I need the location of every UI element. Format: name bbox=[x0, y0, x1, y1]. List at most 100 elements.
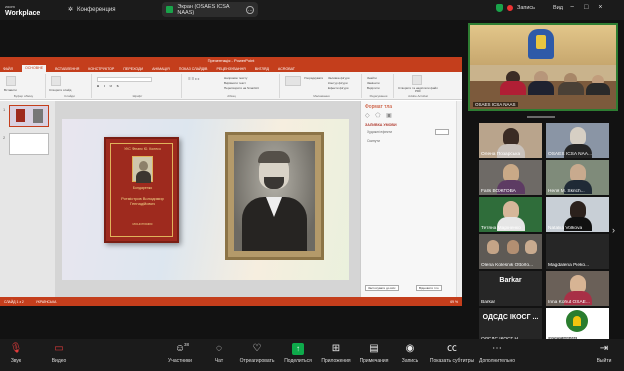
ribbon-group-drawing: Упорядкувати Заливка фігури Контур фігур… bbox=[282, 74, 362, 98]
ppt-ribbon: Вставити Буфер обміну Створити слайд Сла… bbox=[0, 72, 462, 100]
book-top-text: УКС Фінанс Ю. Колесо bbox=[124, 147, 161, 151]
pane-title: Формат тла bbox=[365, 104, 393, 110]
shape-outline-button[interactable]: Контур фігури bbox=[328, 81, 348, 85]
person-body-3 bbox=[558, 82, 584, 95]
paste-button[interactable]: Вставити bbox=[4, 88, 17, 92]
audio-button[interactable]: 🎙 Звук bbox=[0, 343, 40, 364]
screen-share-indicator[interactable]: Экран (OSAES ICSA NAAS) … bbox=[162, 2, 258, 17]
replace-button[interactable]: Замінити bbox=[367, 81, 380, 85]
status-zoom[interactable]: 69 % bbox=[450, 300, 458, 304]
tab-animation[interactable]: АНІМАЦІЯ bbox=[152, 67, 170, 71]
participant-name: Magdalena Pieko... bbox=[548, 263, 590, 268]
tab-file[interactable]: ФАЙЛ bbox=[3, 67, 13, 71]
shapes-icon[interactable] bbox=[285, 76, 301, 86]
align-text-button[interactable]: Вирівняти текст bbox=[224, 81, 246, 85]
shield-icon bbox=[496, 4, 503, 12]
more-button[interactable]: ⋯ Дополнительно bbox=[473, 343, 521, 364]
participant-face bbox=[570, 127, 586, 145]
gallery-pager[interactable] bbox=[527, 116, 555, 118]
notes-label: Примечания bbox=[359, 358, 389, 364]
create-pdf-button[interactable]: Створити та надіслати файл PDF bbox=[397, 86, 439, 94]
minimize-icon[interactable]: − bbox=[570, 4, 574, 11]
reset-background-button[interactable]: Відновити тло bbox=[416, 285, 442, 291]
slide-thumb-1[interactable] bbox=[9, 105, 49, 127]
tab-view[interactable]: ВИГЛЯД bbox=[255, 67, 269, 71]
gallery-next-icon[interactable]: › bbox=[612, 225, 615, 235]
pane-section-fill[interactable]: ЗАЛИВКА УМОВИ bbox=[365, 123, 397, 127]
camera-off-icon: ▭ bbox=[54, 343, 64, 354]
view-button[interactable]: Вид bbox=[553, 5, 563, 11]
participant-tile[interactable]: Неля М. Skrich... bbox=[546, 160, 609, 195]
meeting-title[interactable]: ✲ Конференция bbox=[68, 6, 116, 14]
apply-to-all-button[interactable]: Застосувати до всіх bbox=[365, 285, 399, 291]
participant-tile[interactable]: Тетяна Маріненко bbox=[479, 197, 542, 232]
participant-tile[interactable]: Barkar Barkar bbox=[479, 271, 542, 306]
tab-home[interactable]: ОСНОВНЕ bbox=[22, 65, 47, 72]
tab-acrobat[interactable]: ACROBAT bbox=[278, 67, 295, 71]
font-name-field[interactable] bbox=[97, 77, 152, 82]
new-slide-button[interactable]: Створити слайд bbox=[49, 88, 71, 92]
shape-fill-button[interactable]: Заливка фігури bbox=[328, 76, 349, 80]
trident-emblem bbox=[536, 35, 546, 49]
pdf-icon[interactable] bbox=[412, 75, 422, 85]
top-right-controls: Запись Вид bbox=[496, 4, 563, 12]
participant-tile[interactable]: ОДСДС ІКОСГ ... ОДСДС ІКОСГ Н... bbox=[479, 308, 542, 343]
reset-label[interactable]: Скинути bbox=[367, 139, 380, 143]
video-button[interactable]: ▭ Видео bbox=[35, 343, 83, 364]
maximize-icon[interactable]: □ bbox=[584, 4, 588, 11]
record-icon: ◉ bbox=[405, 343, 415, 354]
participant-tile[interactable]: Nataliia Volkova bbox=[546, 197, 609, 232]
participant-initial-name: Barkar bbox=[499, 277, 522, 284]
participant-tile[interactable]: ІКОСГ НААН bbox=[546, 308, 609, 343]
participant-tile[interactable]: Magdalena Pieko... bbox=[546, 234, 609, 269]
tab-slideshow[interactable]: ПОКАЗ СЛАЙДІВ bbox=[179, 67, 208, 71]
captions-label: Показать субтитры bbox=[429, 358, 475, 364]
group-label-acrobat: Adobe Acrobat bbox=[408, 94, 428, 98]
shape-effects-button[interactable]: Ефекти фігури bbox=[328, 86, 348, 90]
book-cover-image: УКС Фінанс Ю. Колесо Бондаренко Ротмістр… bbox=[104, 137, 179, 243]
close-icon[interactable]: × bbox=[598, 4, 602, 11]
ribbon-group-editing: Знайти Замінити Виділити Редагування bbox=[364, 74, 394, 98]
pane-icons[interactable]: ◇ ⬠ ▣ bbox=[365, 112, 394, 119]
zoom-logo: zoom Workplace bbox=[5, 3, 40, 17]
select-button[interactable]: Виділити bbox=[367, 86, 380, 90]
slide-thumb-2[interactable] bbox=[9, 133, 49, 155]
slide-number-2: 2 bbox=[3, 135, 6, 140]
arrange-button[interactable]: Упорядкувати bbox=[304, 76, 323, 80]
participant-tile[interactable]: Olena Kolesnik Ottorlo... bbox=[479, 234, 542, 269]
active-speaker-video[interactable]: OSAES ICSA NAAS bbox=[468, 23, 618, 111]
find-button[interactable]: Знайти bbox=[367, 76, 377, 80]
leave-button[interactable]: ⇥ Выйти bbox=[580, 343, 624, 364]
tab-design[interactable]: КОНСТРУКТОР bbox=[88, 67, 114, 71]
participant-name: Nataliia Volkova bbox=[548, 226, 583, 231]
more-icon[interactable]: … bbox=[246, 5, 254, 14]
text-direction-button[interactable]: Напрямок тексту bbox=[224, 76, 247, 80]
zoom-logo-title: Workplace bbox=[5, 10, 41, 17]
participant-tile[interactable]: OSAES ICSA NAA... bbox=[546, 123, 609, 158]
participant-face bbox=[525, 240, 537, 254]
font-style-buttons[interactable]: B I U S bbox=[97, 84, 121, 88]
smartart-button[interactable]: Перетворити на SmartArt bbox=[224, 86, 259, 90]
participant-tile[interactable]: Inna Kohut OSAE... bbox=[546, 271, 609, 306]
participant-tile[interactable]: Олена Позарська bbox=[479, 123, 542, 158]
participant-tile[interactable]: Falls ВОЖГОВА bbox=[479, 160, 542, 195]
record-button[interactable]: ◉ Запись bbox=[386, 343, 434, 364]
ribbon-group-paragraph: ☰ ☰ ≡ ≡ Напрямок тексту Вирівняти текст … bbox=[184, 74, 280, 98]
paste-icon[interactable] bbox=[6, 76, 16, 86]
portrait-hair bbox=[258, 151, 290, 163]
art-effects-dropdown[interactable] bbox=[435, 129, 449, 135]
pane-scrollbar[interactable] bbox=[456, 101, 462, 297]
portrait-photo bbox=[234, 141, 315, 251]
tab-insert[interactable]: ВСТАВЛЕННЯ bbox=[55, 67, 79, 71]
tab-transitions[interactable]: ПЕРЕХОДИ bbox=[123, 67, 143, 71]
record-label[interactable]: Запись bbox=[517, 5, 535, 11]
new-slide-icon[interactable] bbox=[51, 76, 61, 86]
window-controls: − □ × bbox=[570, 4, 602, 11]
meeting-label: Конференция bbox=[77, 6, 116, 13]
screen-share-label: Экран (OSAES ICSA NAAS) bbox=[177, 3, 230, 16]
list-buttons[interactable]: ☰ ☰ ≡ ≡ bbox=[188, 77, 199, 81]
ppt-status-bar: СЛАЙД 1 з 2 УКРАЇНСЬКА 69 % bbox=[0, 297, 462, 306]
captions-button[interactable]: ㏄ Показать субтитры bbox=[428, 343, 476, 364]
participant-name: Barkar bbox=[481, 300, 496, 305]
tab-review[interactable]: РЕЦЕНЗУВАННЯ bbox=[216, 67, 245, 71]
